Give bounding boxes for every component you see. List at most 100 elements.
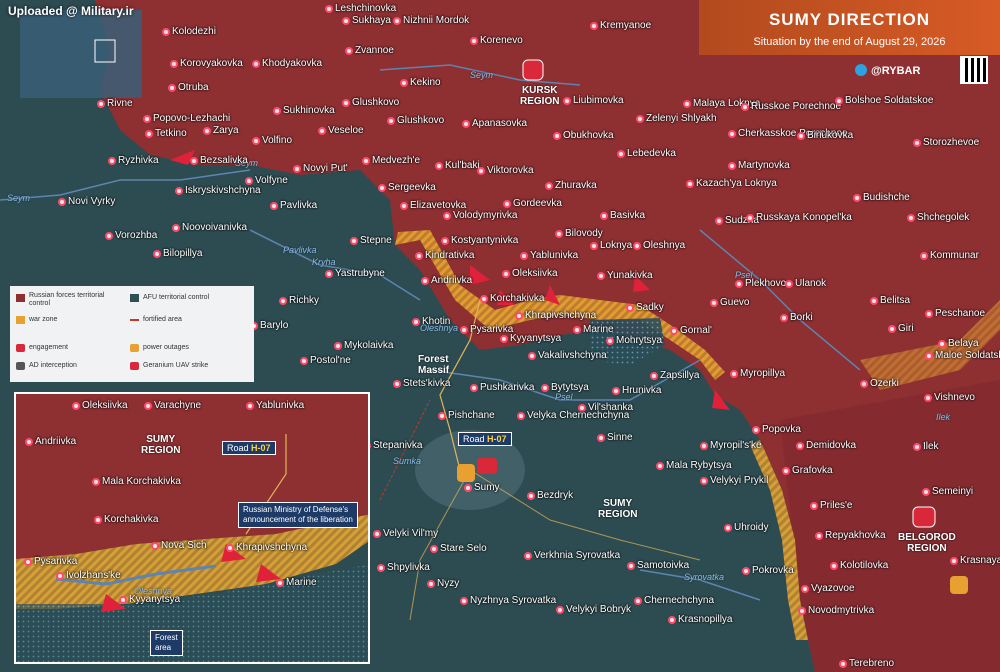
settlement-label: Guevo (720, 297, 750, 308)
settlement-marker (556, 606, 564, 614)
settlement-label: Lebedevka (627, 148, 676, 159)
settlement-marker (925, 352, 933, 360)
settlement-marker (830, 562, 838, 570)
settlement-marker (415, 252, 423, 260)
settlement-marker (913, 443, 921, 451)
settlement-marker (950, 557, 958, 565)
settlement-label: Korenevo (480, 35, 523, 46)
settlement-marker (515, 312, 523, 320)
settlement-label: Velykyi Prykil (710, 475, 769, 486)
settlement-label: Korchakivka (490, 293, 545, 304)
brand-handle: @RYBAR (871, 65, 921, 77)
settlement-marker (520, 252, 528, 260)
inset-background (16, 394, 368, 662)
settlement-marker (590, 22, 598, 30)
inset-settlement-marker (246, 402, 254, 410)
settlement-marker (430, 545, 438, 553)
settlement-marker (168, 84, 176, 92)
settlement-marker (797, 132, 805, 140)
settlement-label: Leshchinovka (335, 3, 397, 14)
settlement-marker (524, 552, 532, 560)
settlement-marker (728, 130, 736, 138)
inset-settlement-label: Andriivka (35, 436, 77, 447)
road-tag-id: H-07 (487, 434, 507, 444)
settlement-marker (626, 304, 634, 312)
forest-massif-label: Forest Massif (418, 354, 450, 376)
settlement-label: Sergeevka (388, 182, 436, 193)
settlement-marker (270, 202, 278, 210)
settlement-label: Gornal' (680, 325, 712, 336)
settlement-marker (597, 272, 605, 280)
settlement-marker (334, 342, 342, 350)
legend-swatch-war-zone (16, 316, 25, 324)
settlement-marker (172, 224, 180, 232)
inset-settlement-marker (276, 579, 284, 587)
settlement-marker (668, 616, 676, 624)
settlement-label: Bytytsya (551, 382, 589, 393)
settlement-label: Rivne (107, 98, 133, 109)
settlement-marker (656, 462, 664, 470)
settlement-label: Maloe Soldatskoe (935, 350, 1000, 361)
inset-settlement-marker (144, 402, 152, 410)
inset-settlement-label: Khrapivshchyna (236, 542, 308, 553)
settlement-marker (938, 340, 946, 348)
river-label: Seym (7, 193, 31, 203)
legend-label: power outages (143, 344, 189, 351)
settlement-marker (252, 60, 260, 68)
settlement-label: Liubimovka (573, 95, 624, 106)
settlement-marker (464, 484, 472, 492)
settlement-label: Oleksiivka (512, 268, 558, 279)
settlement-marker (839, 660, 847, 668)
settlement-marker (393, 380, 401, 388)
settlement-label: Ryzhivka (118, 155, 159, 166)
settlement-label: Novi Vyrky (68, 196, 116, 207)
settlement-marker (175, 187, 183, 195)
page-title: SUMY DIRECTION (768, 10, 931, 29)
settlement-marker (700, 477, 708, 485)
settlement-label: Bolshoe Soldatskoe (845, 95, 934, 106)
settlement-marker (528, 352, 536, 360)
settlement-label: Zhuravka (555, 180, 597, 191)
mod-liberation-note: Russian Ministry of Defense's announceme… (238, 502, 358, 528)
settlement-label: Shpylivka (387, 562, 430, 573)
settlement-marker (700, 442, 708, 450)
title-banner: SUMY DIRECTION Situation by the end of A… (699, 0, 1000, 55)
power-outage-icon (130, 344, 139, 352)
inset-settlement-label: Kyyanytsya (129, 594, 181, 605)
settlement-label: Stepne (360, 235, 392, 246)
settlement-label: Apanasovka (472, 118, 528, 129)
settlement-label: Kekino (410, 77, 441, 88)
settlement-marker (752, 426, 760, 434)
settlement-label: Glushkovo (397, 115, 445, 126)
settlement-label: Myropillya (740, 368, 786, 379)
ad-interception-icon (16, 362, 25, 370)
settlement-marker (393, 17, 401, 25)
river-label: Seym (470, 70, 494, 80)
inset-settlement-marker (94, 516, 102, 524)
settlement-label: Bilovody (565, 228, 603, 239)
inset-settlement-marker (24, 558, 32, 566)
settlement-label: Vyazovoe (811, 583, 855, 594)
map-legend: Russian forces territorial control AFU t… (10, 286, 254, 382)
settlement-label: Sinne (607, 432, 633, 443)
settlement-label: Gordeevka (513, 198, 562, 209)
settlement-marker (670, 327, 678, 335)
road-tag-prefix: Road (227, 443, 252, 453)
settlement-label: Nizhnii Mordok (403, 15, 470, 26)
settlement-marker (742, 567, 750, 575)
settlement-label: Priles'e (820, 500, 853, 511)
settlement-marker (870, 297, 878, 305)
settlement-marker (835, 97, 843, 105)
settlement-label: Mala Rybytsya (666, 460, 732, 471)
settlement-marker (145, 130, 153, 138)
settlement-marker (345, 47, 353, 55)
map-canvas: Uploaded @ Military.ir SUMY DIRECTION Si… (0, 0, 1000, 672)
settlement-label: Vakalivshchyna (538, 350, 607, 361)
settlement-marker (293, 165, 301, 173)
settlement-marker (650, 372, 658, 380)
settlement-marker (924, 394, 932, 402)
legend-label: war zone (29, 316, 58, 323)
settlement-label: Ulanok (795, 278, 827, 289)
settlement-label: Hrunivka (622, 385, 662, 396)
settlement-marker (412, 318, 420, 326)
